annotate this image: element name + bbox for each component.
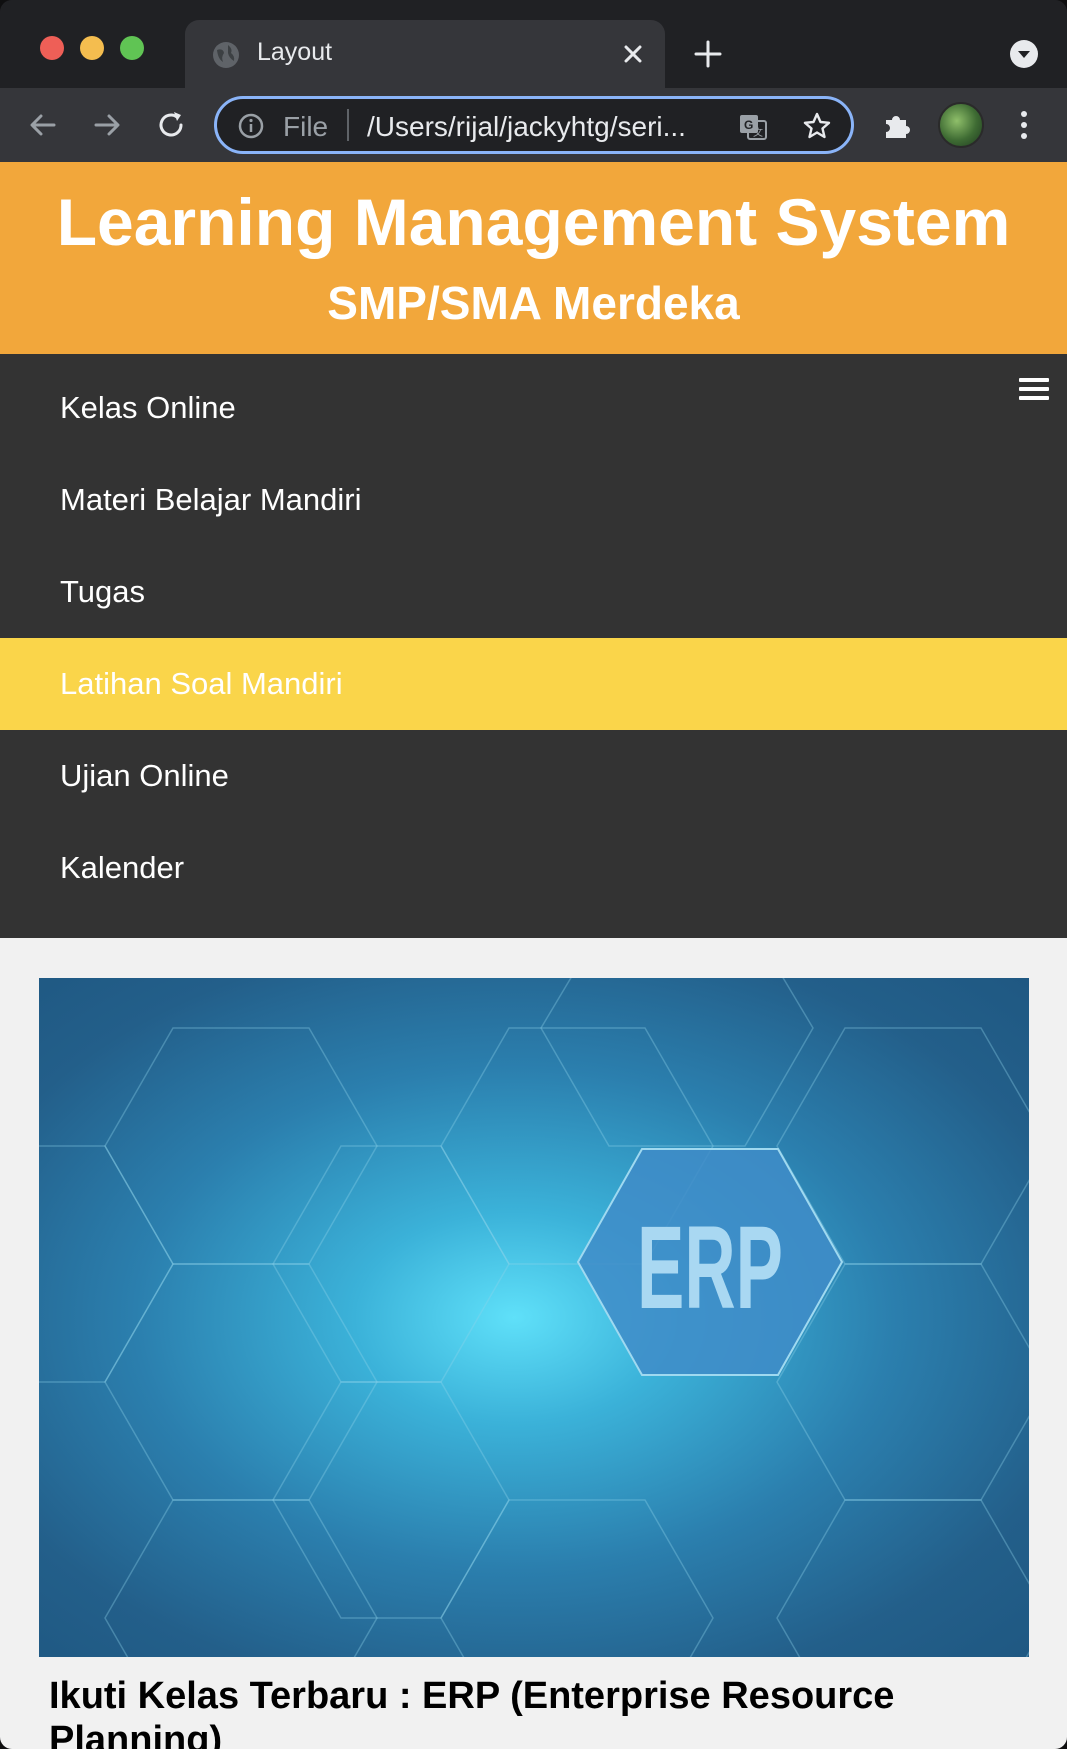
svg-text:文: 文 <box>753 126 763 139</box>
extensions-puzzle-icon[interactable] <box>880 108 914 142</box>
web-page: Learning Management System SMP/SMA Merde… <box>0 162 1067 1749</box>
back-arrow-icon[interactable] <box>24 106 62 144</box>
browser-toolbar: File /Users/rijal/jackyhtg/seri... G 文 <box>0 88 1067 162</box>
nav-item-label: Tugas <box>60 574 146 609</box>
nav-item-label: Kalender <box>60 850 185 885</box>
svg-text:G: G <box>744 118 753 132</box>
tab-strip: Layout <box>0 0 1067 88</box>
nav-item-label: Materi Belajar Mandiri <box>60 482 362 517</box>
close-icon[interactable] <box>619 40 647 68</box>
url-text[interactable]: /Users/rijal/jackyhtg/seri... <box>367 111 707 143</box>
featured-class-title[interactable]: Ikuti Kelas Terbaru : ERP (Enterprise Re… <box>49 1674 1029 1749</box>
browser-tab[interactable]: Layout <box>185 20 665 88</box>
site-header: Learning Management System SMP/SMA Merde… <box>0 162 1067 354</box>
new-tab-button[interactable] <box>690 36 726 72</box>
globe-icon <box>213 42 239 68</box>
minimize-window-button[interactable] <box>80 36 104 60</box>
erp-image-label: ERP <box>637 1202 783 1334</box>
nav-item-tugas[interactable]: Tugas <box>0 546 1067 638</box>
forward-arrow-icon[interactable] <box>88 106 126 144</box>
nav-item-latihan-soal-mandiri[interactable]: Latihan Soal Mandiri <box>0 638 1067 730</box>
site-subtitle: SMP/SMA Merdeka <box>327 277 740 329</box>
url-scheme-label: File <box>283 111 329 142</box>
nav-menu: Kelas Online Materi Belajar Mandiri Tuga… <box>0 354 1067 938</box>
info-icon[interactable] <box>237 112 265 140</box>
maximize-window-button[interactable] <box>120 36 144 60</box>
nav-item-label: Ujian Online <box>60 758 229 793</box>
address-separator <box>347 109 349 141</box>
nav-item-kalender[interactable]: Kalender <box>0 822 1067 914</box>
close-window-button[interactable] <box>40 36 64 60</box>
translate-icon[interactable]: G 文 <box>737 111 769 143</box>
nav-item-ujian-online[interactable]: Ujian Online <box>0 730 1067 822</box>
nav-item-materi-belajar-mandiri[interactable]: Materi Belajar Mandiri <box>0 454 1067 546</box>
nav-item-label: Kelas Online <box>60 390 236 425</box>
profile-avatar[interactable] <box>938 102 984 148</box>
nav-item-kelas-online[interactable]: Kelas Online <box>0 362 1067 454</box>
more-menu-icon[interactable] <box>1014 106 1034 144</box>
hexagon-background: ERP <box>39 978 1029 1657</box>
address-bar[interactable]: File /Users/rijal/jackyhtg/seri... G 文 <box>214 96 854 154</box>
tab-title: Layout <box>257 38 333 66</box>
reload-icon[interactable] <box>152 106 190 144</box>
nav-item-label: Latihan Soal Mandiri <box>60 666 343 701</box>
browser-window: Layout File /Users/rijal/jackyhtg/seri..… <box>0 0 1067 1749</box>
tab-search-icon[interactable] <box>1008 38 1040 70</box>
site-title: Learning Management System <box>56 185 1011 259</box>
featured-erp-image[interactable]: ERP <box>39 978 1029 1657</box>
bookmark-star-icon[interactable] <box>801 110 833 142</box>
